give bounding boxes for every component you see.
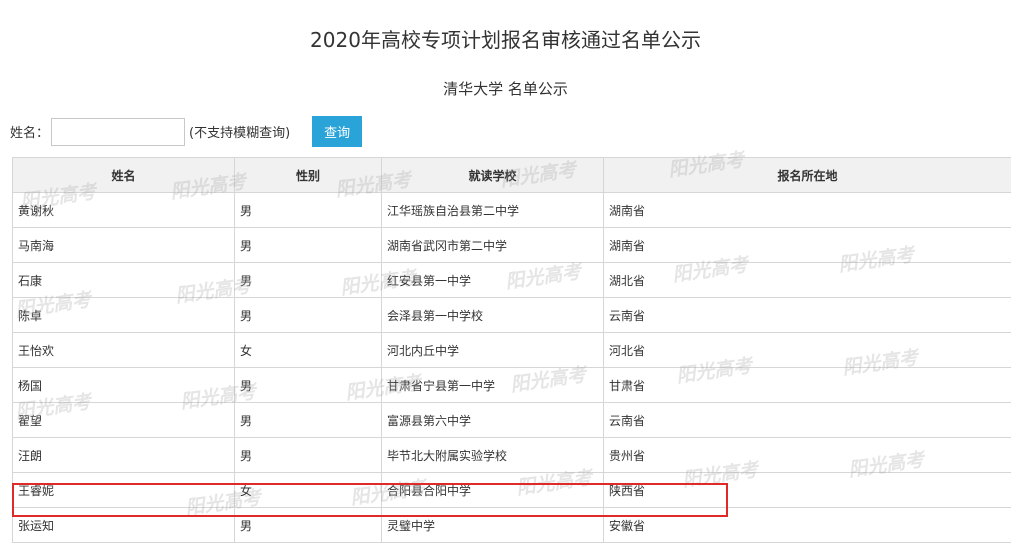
cell-school: 灵璧中学 bbox=[381, 507, 604, 543]
cell-gender: 女 bbox=[234, 472, 382, 508]
cell-name: 马南海 bbox=[12, 227, 235, 263]
table-row: 张运知 男 灵璧中学 安徽省 bbox=[12, 507, 1011, 543]
page-title: 2020年高校专项计划报名审核通过名单公示 bbox=[310, 28, 701, 52]
cell-location: 云南省 bbox=[603, 297, 1011, 333]
cell-location: 湖北省 bbox=[603, 262, 1011, 298]
cell-location: 甘肃省 bbox=[603, 367, 1011, 403]
cell-school: 富源县第六中学 bbox=[381, 402, 604, 438]
cell-gender: 男 bbox=[234, 437, 382, 473]
cell-gender: 男 bbox=[234, 507, 382, 543]
cell-school: 河北内丘中学 bbox=[381, 332, 604, 368]
cell-location: 云南省 bbox=[603, 402, 1011, 438]
cell-location: 湖南省 bbox=[603, 192, 1011, 228]
results-table: 姓名 性别 就读学校 报名所在地 黄谢秋 男 江华瑶族自治县第二中学 湖南省 马… bbox=[12, 157, 1011, 543]
cell-name: 王睿妮 bbox=[12, 472, 235, 508]
header-school: 就读学校 bbox=[381, 157, 604, 193]
search-bar: 姓名： (不支持模糊查询) 查询 bbox=[10, 116, 363, 147]
table-row: 陈卓 男 会泽县第一中学校 云南省 bbox=[12, 297, 1011, 333]
cell-gender: 男 bbox=[234, 402, 382, 438]
cell-school: 湖南省武冈市第二中学 bbox=[381, 227, 604, 263]
cell-school: 江华瑶族自治县第二中学 bbox=[381, 192, 604, 228]
table-row: 王怡欢 女 河北内丘中学 河北省 bbox=[12, 332, 1011, 368]
cell-name: 黄谢秋 bbox=[12, 192, 235, 228]
cell-name: 汪朗 bbox=[12, 437, 235, 473]
cell-gender: 男 bbox=[234, 227, 382, 263]
query-button[interactable]: 查询 bbox=[312, 116, 363, 147]
cell-school: 会泽县第一中学校 bbox=[381, 297, 604, 333]
cell-name: 王怡欢 bbox=[12, 332, 235, 368]
header-name: 姓名 bbox=[12, 157, 235, 193]
cell-location: 湖南省 bbox=[603, 227, 1011, 263]
cell-school: 红安县第一中学 bbox=[381, 262, 604, 298]
page-subtitle: 清华大学 名单公示 bbox=[443, 80, 568, 98]
cell-school: 毕节北大附属实验学校 bbox=[381, 437, 604, 473]
table-row: 翟望 男 富源县第六中学 云南省 bbox=[12, 402, 1011, 438]
table-row: 马南海 男 湖南省武冈市第二中学 湖南省 bbox=[12, 227, 1011, 263]
cell-name: 陈卓 bbox=[12, 297, 235, 333]
cell-location: 安徽省 bbox=[603, 507, 1011, 543]
page: 2020年高校专项计划报名审核通过名单公示 清华大学 名单公示 姓名： (不支持… bbox=[0, 0, 1011, 556]
cell-location: 贵州省 bbox=[603, 437, 1011, 473]
cell-school: 甘肃省宁县第一中学 bbox=[381, 367, 604, 403]
cell-gender: 男 bbox=[234, 192, 382, 228]
cell-name: 翟望 bbox=[12, 402, 235, 438]
cell-gender: 男 bbox=[234, 297, 382, 333]
cell-location: 河北省 bbox=[603, 332, 1011, 368]
header-gender: 性别 bbox=[234, 157, 382, 193]
cell-gender: 男 bbox=[234, 367, 382, 403]
cell-name: 石康 bbox=[12, 262, 235, 298]
cell-name: 张运知 bbox=[12, 507, 235, 543]
header-location: 报名所在地 bbox=[603, 157, 1011, 193]
table-row: 汪朗 男 毕节北大附属实验学校 贵州省 bbox=[12, 437, 1011, 473]
table-header-row: 姓名 性别 就读学校 报名所在地 bbox=[12, 157, 1011, 193]
name-search-input[interactable] bbox=[51, 117, 186, 146]
table-row: 黄谢秋 男 江华瑶族自治县第二中学 湖南省 bbox=[12, 192, 1011, 228]
cell-school: 合阳县合阳中学 bbox=[381, 472, 604, 508]
table-row: 杨国 男 甘肃省宁县第一中学 甘肃省 bbox=[12, 367, 1011, 403]
search-note: (不支持模糊查询) bbox=[189, 126, 291, 141]
cell-gender: 男 bbox=[234, 262, 382, 298]
cell-location: 陕西省 bbox=[603, 472, 1011, 508]
search-label: 姓名： bbox=[10, 126, 50, 141]
table-row: 石康 男 红安县第一中学 湖北省 bbox=[12, 262, 1011, 298]
table-row-highlighted: 王睿妮 女 合阳县合阳中学 陕西省 bbox=[12, 472, 1011, 508]
cell-name: 杨国 bbox=[12, 367, 235, 403]
cell-gender: 女 bbox=[234, 332, 382, 368]
